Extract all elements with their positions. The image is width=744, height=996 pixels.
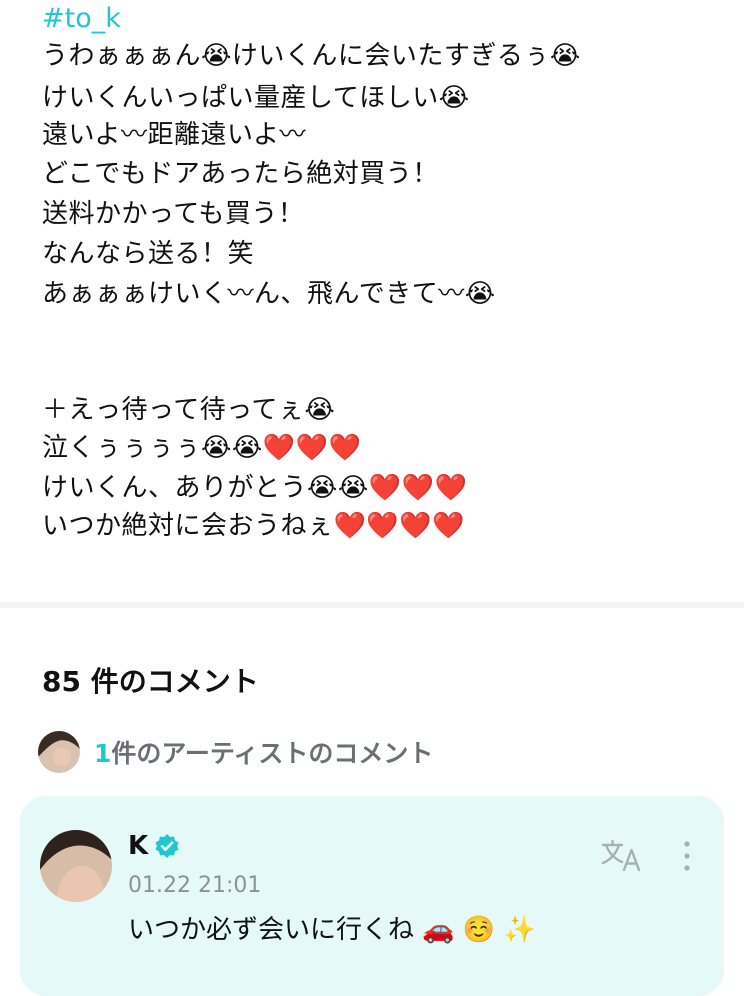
post-line: 遠いよ〰距離遠いよ〰 bbox=[42, 120, 306, 150]
comment-timestamp: 01.22 21:01 bbox=[128, 873, 262, 898]
post-hashtag[interactable]: #to_k bbox=[42, 2, 121, 36]
more-vertical-icon[interactable] bbox=[680, 836, 694, 876]
comment-text: いつか必ず会いに行くね 🚗 ☺️ ✨ bbox=[128, 915, 536, 945]
verified-badge-icon bbox=[154, 833, 180, 859]
post-line: なんなら送る！笑 bbox=[42, 239, 255, 269]
post-line: 泣くぅぅぅぅ😭😭❤️❤️❤️ bbox=[42, 433, 362, 463]
artist-name-row: K bbox=[128, 830, 180, 862]
artist-comment-text: 件のアーティストのコメント bbox=[111, 739, 434, 768]
post-line: ＋えっ待って待ってぇ😭 bbox=[42, 395, 336, 425]
post-line: けいくんいっぱい量産してほしい😭 bbox=[42, 83, 470, 113]
artist-mini-avatar bbox=[38, 731, 80, 773]
post-line: 送料かかっても買う！ bbox=[42, 199, 305, 229]
post-line: けいくん、ありがとう😭😭❤️❤️❤️ bbox=[42, 473, 468, 503]
artist-avatar[interactable] bbox=[40, 830, 112, 902]
artist-name[interactable]: K bbox=[128, 830, 148, 862]
post-line: どこでもドアあったら絶対買う！ bbox=[42, 159, 439, 189]
comment-count-heading: 85 件のコメント bbox=[42, 665, 259, 698]
artist-comment-card: K 01.22 21:01 いつか必ず会いに行くね 🚗 ☺️ ✨ bbox=[20, 796, 724, 996]
artist-comment-count: 1 bbox=[94, 739, 112, 768]
post-line: あぁぁぁけいく〰ん、飛んできて〰😭 bbox=[42, 279, 496, 309]
post-line: うわぁぁぁん😭けいくんに会いたすぎるぅ😭 bbox=[42, 41, 581, 71]
section-divider bbox=[0, 602, 744, 608]
translate-icon[interactable] bbox=[600, 836, 644, 876]
post-line: いつか絶対に会おうねぇ❤️❤️❤️❤️ bbox=[42, 511, 465, 541]
artist-comments-link[interactable]: 1件のアーティストのコメント bbox=[38, 730, 433, 774]
artist-comments-label: 1件のアーティストのコメント bbox=[94, 734, 433, 770]
